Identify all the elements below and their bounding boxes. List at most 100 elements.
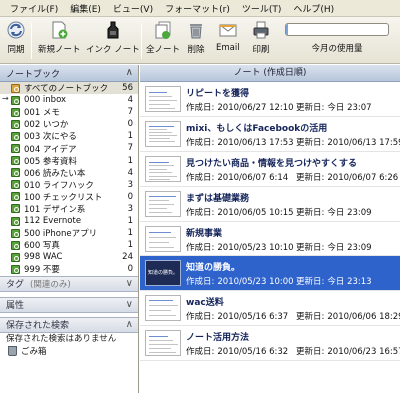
new-note-button[interactable]: 新規ノート	[38, 20, 81, 55]
note-item[interactable]: まずは基礎業務 作成日: 2010/06/05 10:15 更新日: 今日 23:09	[140, 186, 400, 222]
note-item[interactable]: 見つけたい商品・情報を見つけやすくする 作成日: 2010/06/07 6:14 更新…	[140, 151, 400, 187]
updated-value: 今日 23:13	[327, 277, 372, 288]
note-item[interactable]: 知道の勝負。 知道の勝負。 作成日: 2010/05/23 10:00 更新日: 今日 2…	[140, 256, 400, 292]
updated-label: 更新日:	[296, 312, 325, 323]
notebook-icon	[11, 83, 20, 93]
notebook-icon	[11, 107, 20, 117]
menu-help[interactable]: ヘルプ(H)	[287, 2, 340, 15]
thumbnail-line	[149, 92, 167, 93]
notebook-item[interactable]: 002 いつか 0	[0, 118, 138, 130]
notebook-count: 4	[127, 95, 133, 106]
note-thumbnail	[145, 225, 181, 252]
created-value: 2010/05/23 10:10	[217, 242, 294, 253]
monthly-usage: 今月の使用量	[281, 23, 393, 54]
notebook-count: 0	[127, 191, 133, 202]
menu-format[interactable]: フォーマット(r)	[159, 2, 236, 15]
notebook-all[interactable]: すべてのノートブック 56	[0, 82, 138, 95]
note-created: 作成日: 2010/05/16 6:32	[186, 345, 288, 357]
thumbnail-line	[149, 300, 173, 302]
thumbnail-line	[149, 241, 169, 243]
menu-file[interactable]: ファイル(F)	[4, 2, 64, 15]
chevron-up-icon[interactable]: ∧	[126, 67, 133, 78]
notebook-count: 0	[127, 119, 133, 130]
print-button[interactable]: 印刷	[251, 20, 271, 55]
notebook-name: 101 デザイン系	[24, 204, 86, 215]
thumbnail-line	[149, 199, 169, 201]
chevron-up-icon[interactable]: ∧	[126, 319, 133, 330]
created-value: 2010/05/23 10:00	[217, 277, 294, 288]
sync-button[interactable]: 同期	[6, 20, 26, 55]
notebook-item[interactable]: 112 Evernote 1	[0, 215, 138, 227]
notebook-name: 500 iPhoneアプリ	[24, 229, 98, 240]
notebook-item[interactable]: 998 WAC 24	[0, 251, 138, 263]
thumbnail-line	[149, 352, 176, 354]
created-value: 2010/06/27 12:10	[217, 103, 294, 113]
notebook-item[interactable]: 100 チェックリスト 0	[0, 191, 138, 203]
delete-button[interactable]: 削除	[186, 20, 206, 55]
note-updated: 更新日: 2010/06/07 6:26	[296, 171, 398, 183]
note-item[interactable]: wac送料 作成日: 2010/05/16 6:37 更新日: 2010/06/06 1…	[140, 291, 400, 327]
attributes-header-label: 属性	[6, 301, 25, 311]
notebook-item[interactable]: 005 参考資料 1	[0, 155, 138, 167]
usage-bar	[285, 23, 389, 36]
menu-view[interactable]: ビュー(V)	[107, 2, 159, 15]
delete-label: 削除	[187, 45, 205, 55]
menu-tools[interactable]: ツール(T)	[236, 2, 288, 15]
notebook-item[interactable]: 004 アイデア 7	[0, 142, 138, 155]
ink-bottle-icon	[107, 21, 119, 39]
toolbar: 同期 新規ノート インク ノート 全ノート 削除 Email 印刷 今月の使用量	[0, 17, 400, 64]
notebook-item[interactable]: 500 iPhoneアプリ 1	[0, 227, 138, 239]
email-button[interactable]: Email	[216, 20, 240, 53]
thumbnail-line	[149, 246, 174, 248]
notes-list-header[interactable]: ノート (作成日順)	[140, 65, 400, 82]
ink-note-button[interactable]: インク ノート	[86, 20, 140, 55]
thumbnail-line	[149, 171, 172, 173]
updated-label: 更新日:	[296, 347, 325, 358]
notebook-count: 3	[127, 179, 133, 190]
note-thumbnail-text: 知道の勝負。	[148, 270, 179, 277]
note-title: リピートを獲得	[186, 89, 250, 99]
notebooks-header[interactable]: ノートブック ∧	[0, 65, 138, 82]
chevron-down-icon[interactable]: ∨	[126, 299, 133, 310]
saved-searches-header[interactable]: 保存された検索 ∧	[0, 316, 138, 333]
notebook-item[interactable]: → 000 inbox 4	[0, 94, 138, 106]
notebook-name: 001 メモ	[24, 108, 60, 119]
created-label: 作成日:	[186, 242, 215, 253]
tags-header[interactable]: タグ (関連のみ) ∨	[0, 275, 138, 292]
note-title: 新規事業	[186, 228, 223, 239]
menu-edit[interactable]: 編集(E)	[64, 2, 107, 15]
notebook-icon	[11, 168, 20, 178]
created-label: 作成日:	[186, 137, 215, 148]
updated-label: 更新日:	[296, 207, 325, 218]
note-item[interactable]: mixi、もしくはFacebookの活用 作成日: 2010/06/13 17:53…	[140, 116, 400, 152]
thumbnail-line	[149, 315, 176, 317]
trash-item[interactable]: ごみ箱	[0, 345, 138, 358]
notebook-item[interactable]: 600 写真 1	[0, 239, 138, 251]
notebook-item[interactable]: 101 デザイン系 3	[0, 203, 138, 215]
created-value: 2010/05/16 6:32	[217, 347, 289, 358]
notebook-item[interactable]: 010 ライフハック 3	[0, 179, 138, 191]
notebook-icon	[11, 192, 20, 202]
note-created: 作成日: 2010/05/23 10:00	[186, 275, 294, 287]
notebook-count: 3	[127, 203, 133, 214]
note-item[interactable]: 新規事業 作成日: 2010/05/23 10:10 更新日: 今日 23:09	[140, 221, 400, 257]
created-label: 作成日:	[186, 103, 215, 113]
note-item[interactable]: ノート活用方法 作成日: 2010/05/16 6:32 更新日: 2010/06/23…	[140, 326, 400, 362]
notebook-item[interactable]: 003 次にやる 1	[0, 130, 138, 142]
updated-value: 2010/06/07 6:26	[327, 172, 399, 183]
notebook-item[interactable]: 006 読みたい本 4	[0, 167, 138, 179]
notebook-item[interactable]: 001 メモ 7	[0, 106, 138, 118]
thumbnail-line	[149, 344, 178, 346]
all-notes-button[interactable]: 全ノート	[146, 20, 180, 55]
note-updated: 更新日: 2010/06/23 16:57	[296, 345, 400, 357]
updated-value: 今日 23:07	[327, 103, 372, 113]
notebook-icon	[11, 264, 20, 274]
note-item[interactable]: リピートを獲得 作成日: 2010/06/27 12:10 更新日: 今日 23:07	[140, 82, 400, 117]
chevron-down-icon[interactable]: ∨	[126, 278, 133, 289]
notebook-icon	[11, 252, 20, 262]
attributes-header[interactable]: 属性 ∨	[0, 296, 138, 313]
new-note-icon	[52, 21, 68, 39]
notebook-item[interactable]: 999 不要 0	[0, 263, 138, 275]
updated-label: 更新日:	[296, 103, 325, 113]
thumbnail-line	[149, 178, 170, 180]
